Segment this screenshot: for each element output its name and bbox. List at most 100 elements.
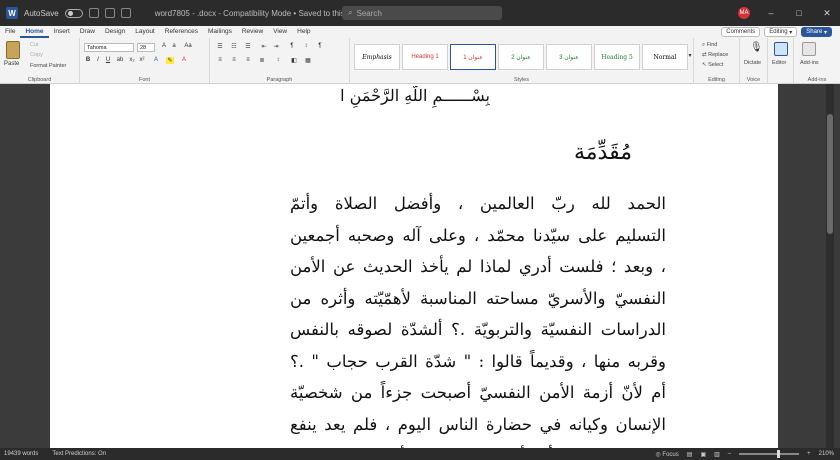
shrink-font-icon[interactable]: a (170, 43, 178, 49)
tab-view[interactable]: View (268, 26, 292, 38)
undo-icon[interactable] (104, 8, 115, 18)
align-right-icon[interactable]: ≡ (244, 57, 252, 63)
tab-layout[interactable]: Layout (130, 26, 160, 38)
text-predictions-status[interactable]: Text Predictions: On (52, 451, 106, 457)
multilevel-list-icon[interactable]: ☰ (244, 43, 252, 50)
font-name-dropdown[interactable]: Tahoma (84, 43, 134, 52)
clipboard-label: Clipboard (27, 77, 52, 83)
editor-group: Editor (768, 38, 794, 84)
tab-review[interactable]: Review (237, 26, 268, 38)
document-page[interactable]: بِسْــــــمِ اللَّهِ الرَّحْمَنِ الرَّحِ… (50, 84, 778, 448)
style-emphasis[interactable]: Emphasis (354, 44, 400, 70)
share-button[interactable]: Share ▾ (801, 27, 832, 37)
superscript-button[interactable]: x² (138, 57, 146, 63)
editing-mode-button[interactable]: Editing ▾ (764, 27, 798, 37)
grow-font-icon[interactable]: A (160, 43, 168, 49)
print-layout-icon[interactable]: ▣ (700, 451, 706, 458)
subscript-button[interactable]: x₂ (128, 57, 136, 63)
word-count[interactable]: 19439 words (4, 451, 38, 457)
tab-home[interactable]: Home (20, 26, 49, 38)
tab-insert[interactable]: Insert (49, 26, 75, 38)
save-icon[interactable] (88, 8, 99, 18)
zoom-level[interactable]: 210% (819, 451, 834, 457)
dictate-button[interactable]: Dictate (744, 60, 761, 66)
font-color-icon[interactable]: A (180, 57, 188, 63)
shading-icon[interactable]: ◧ (290, 57, 298, 64)
avatar[interactable]: MA (738, 7, 750, 19)
tab-file[interactable]: File (0, 26, 20, 38)
ltr-icon[interactable]: ¶ (288, 43, 296, 49)
style-heading-1[interactable]: Heading 1 (402, 44, 448, 70)
style-arabic-heading-2[interactable]: عنوان 2 (498, 44, 544, 70)
tab-references[interactable]: References (160, 26, 203, 38)
italic-button[interactable]: I (94, 57, 102, 63)
style-arabic-heading-1[interactable]: عنوان 1 (450, 44, 496, 70)
paste-icon[interactable] (6, 41, 20, 59)
read-mode-icon[interactable]: ▤ (687, 451, 693, 458)
close-icon[interactable]: ✕ (820, 8, 834, 19)
cut-button[interactable]: Cut (30, 42, 39, 48)
paste-button[interactable]: Paste (4, 61, 19, 67)
bold-button[interactable]: B (84, 57, 92, 63)
editing-group: ⌕ Find ⇄ Replace ↖ Select Editing (694, 38, 740, 84)
addins-group: Add-ins Add-ins (794, 38, 840, 84)
text-effects-icon[interactable]: A (152, 57, 160, 63)
select-button[interactable]: ↖ Select (702, 62, 723, 68)
zoom-slider-knob[interactable] (777, 450, 781, 458)
tab-design[interactable]: Design (100, 26, 130, 38)
document-body[interactable]: الحمد لله ربّ العالمين ، وأفضل الصلاة وأ… (290, 188, 666, 448)
align-center-icon[interactable]: ≡ (230, 57, 238, 63)
editor-button[interactable]: Editor (772, 60, 786, 66)
decrease-indent-icon[interactable]: ⇤ (260, 43, 268, 50)
styles-more-icon[interactable]: ▾ (686, 52, 694, 59)
show-marks-icon[interactable]: ¶ (316, 43, 324, 49)
replace-button[interactable]: ⇄ Replace (702, 52, 728, 58)
basmala-text: بِسْــــــمِ اللَّهِ الرَّحْمَنِ الرَّحِ… (340, 86, 490, 105)
bullets-icon[interactable]: ☰ (216, 43, 224, 50)
microphone-icon[interactable]: 🎙 (750, 42, 763, 53)
vertical-scrollbar[interactable] (826, 84, 834, 448)
increase-indent-icon[interactable]: ⇥ (272, 43, 280, 50)
document-workspace: بِسْــــــمِ اللَّهِ الرَّحْمَنِ الرَّحِ… (0, 84, 840, 448)
tab-mailings[interactable]: Mailings (203, 26, 237, 38)
style-normal[interactable]: Normal (642, 44, 688, 70)
addins-icon[interactable] (802, 42, 816, 56)
format-painter-button[interactable]: Format Painter (30, 63, 66, 69)
addins-label: Add-ins (807, 77, 827, 83)
comments-button[interactable]: Comments (721, 27, 761, 37)
sort-icon[interactable]: ↕ (302, 43, 310, 49)
redo-icon[interactable] (120, 8, 131, 18)
align-left-icon[interactable]: ≡ (216, 57, 224, 63)
copy-button[interactable]: Copy (30, 52, 43, 58)
zoom-slider[interactable] (739, 450, 800, 458)
maximize-icon[interactable]: □ (792, 8, 806, 18)
strikethrough-button[interactable]: ab (116, 57, 124, 63)
web-layout-icon[interactable]: ▥ (714, 451, 720, 458)
zoom-out-icon[interactable]: – (728, 451, 731, 457)
underline-button[interactable]: U (104, 57, 112, 63)
style-arabic-heading-3[interactable]: عنوان 3 (546, 44, 592, 70)
highlight-icon[interactable]: ✎ (166, 57, 174, 64)
tab-help[interactable]: Help (292, 26, 315, 38)
change-case-icon[interactable]: Aa (184, 43, 192, 49)
tab-draw[interactable]: Draw (75, 26, 100, 38)
focus-button[interactable]: ◎ Focus (656, 451, 679, 458)
find-button[interactable]: ⌕ Find (702, 42, 717, 49)
minimize-icon[interactable]: – (764, 8, 778, 18)
zoom-in-icon[interactable]: + (807, 451, 811, 457)
addins-button[interactable]: Add-ins (800, 60, 819, 66)
scrollbar-thumb[interactable] (827, 114, 833, 234)
editing-label: Editing (708, 77, 725, 83)
ribbon-tabs: File Home Insert Draw Design Layout Refe… (0, 26, 840, 38)
style-heading-5[interactable]: Heading 5 (594, 44, 640, 70)
editor-icon[interactable] (774, 42, 788, 56)
borders-icon[interactable]: ▦ (304, 57, 312, 64)
line-spacing-icon[interactable]: ↕ (274, 57, 282, 63)
title-bar: W AutoSave word7805 - .docx - Compatibil… (0, 0, 840, 26)
search-input[interactable]: ⌕ Search (342, 6, 502, 20)
numbering-icon[interactable]: ☷ (230, 43, 238, 50)
justify-icon[interactable]: ≣ (258, 57, 266, 64)
font-size-dropdown[interactable]: 28 (137, 43, 155, 52)
autosave-toggle[interactable] (64, 8, 83, 18)
share-label: Share (806, 29, 823, 35)
